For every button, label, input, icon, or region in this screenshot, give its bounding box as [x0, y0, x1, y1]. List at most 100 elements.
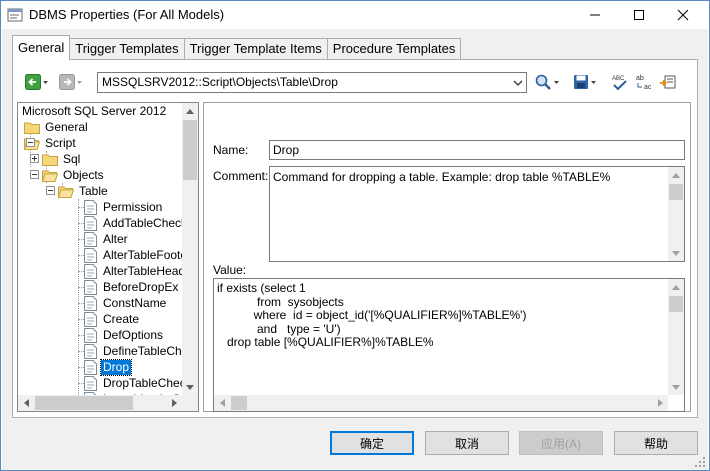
comment-textarea[interactable]: Command for dropping a table. Example: d…	[269, 166, 685, 262]
script-item-icon	[84, 279, 97, 295]
tree-vertical-scrollbar[interactable]	[182, 103, 198, 395]
import-button[interactable]	[659, 72, 677, 92]
code-line: where id = object_id('[%QUALIFIER%]%TABL…	[217, 308, 527, 322]
tree-node-root[interactable]: Microsoft SQL Server 2012	[20, 103, 168, 119]
scroll-down-button[interactable]	[668, 245, 684, 261]
apply-button[interactable]: 应用(A)	[519, 431, 603, 455]
resize-grip-icon[interactable]	[694, 456, 706, 468]
tree-node-label: AddTableCheck	[103, 215, 188, 230]
maximize-button[interactable]	[617, 1, 661, 29]
collapse-toggle[interactable]	[46, 186, 55, 195]
svg-text:ABC: ABC	[612, 76, 625, 82]
value-horizontal-scrollbar[interactable]	[214, 395, 668, 411]
scroll-down-button[interactable]	[182, 379, 198, 395]
scroll-up-button[interactable]	[668, 279, 684, 295]
chevron-down-icon	[672, 384, 680, 390]
tree-node-leaf[interactable]: Alter	[84, 231, 130, 247]
forward-button[interactable]	[59, 72, 84, 92]
tree-node-leaf[interactable]: AddTableCheck	[84, 215, 189, 231]
chevron-up-icon	[186, 108, 194, 114]
tree-node-sql[interactable]: Sql	[42, 151, 82, 167]
tree-node-leaf[interactable]: DefOptions	[84, 327, 165, 343]
svg-text:ac: ac	[644, 84, 652, 91]
close-icon	[677, 9, 689, 21]
tab-general[interactable]: General	[12, 35, 71, 60]
chevron-down-icon	[77, 81, 82, 84]
value-code: if exists (select 1 from sysobjects wher…	[217, 281, 527, 350]
forward-arrow-icon	[59, 74, 75, 90]
title-bar[interactable]: DBMS Properties (For All Models)	[1, 1, 709, 29]
tree-node-label: BeforeDropEx	[103, 279, 179, 294]
tree-node-leaf[interactable]: AlterTableFooter	[84, 247, 193, 263]
name-label: Name:	[213, 143, 249, 157]
value-textarea[interactable]: if exists (select 1 from sysobjects wher…	[213, 278, 685, 412]
object-tree[interactable]: Microsoft SQL Server 2012 General Script…	[17, 102, 199, 412]
tree-node-label: Drop	[99, 358, 133, 376]
chevron-up-icon	[672, 284, 680, 290]
scroll-down-button[interactable]	[668, 379, 684, 395]
window-title: DBMS Properties (For All Models)	[29, 7, 225, 22]
value-vertical-scrollbar[interactable]	[668, 279, 684, 395]
chevron-down-icon	[513, 80, 522, 86]
scroll-thumb[interactable]	[669, 296, 683, 312]
expand-toggle[interactable]	[30, 154, 39, 163]
scroll-thumb[interactable]	[35, 396, 133, 410]
name-input[interactable]: Drop	[269, 140, 685, 160]
tree-node-objects[interactable]: Objects	[42, 167, 106, 183]
tree-node-leaf[interactable]: Drop	[84, 358, 133, 376]
tree-node-label: DefOptions	[103, 327, 164, 342]
collapse-toggle[interactable]	[26, 138, 35, 147]
chevron-down-icon	[554, 81, 559, 84]
tree-node-leaf[interactable]: Permission	[84, 199, 164, 215]
scroll-thumb[interactable]	[183, 120, 197, 180]
script-item-icon	[84, 311, 97, 327]
maximize-icon	[634, 10, 644, 20]
cancel-button[interactable]: 取消	[425, 431, 509, 455]
chevron-down-icon	[43, 81, 48, 84]
tab-procedure-templates[interactable]: Procedure Templates	[326, 38, 462, 60]
scroll-left-button[interactable]	[18, 395, 34, 411]
find-button[interactable]	[535, 72, 561, 92]
back-button[interactable]	[25, 72, 50, 92]
tree-node-general[interactable]: General	[24, 119, 90, 135]
chevron-right-icon	[171, 399, 177, 407]
spell-check-button[interactable]: ABC	[611, 72, 629, 92]
scroll-left-button[interactable]	[214, 395, 230, 411]
minimize-button[interactable]	[573, 1, 617, 29]
script-item-icon	[84, 327, 97, 343]
tab-trigger-template-items[interactable]: Trigger Template Items	[183, 38, 328, 60]
tree-node-label: Alter	[103, 231, 128, 246]
help-button[interactable]: 帮助	[614, 431, 698, 455]
chevron-right-icon	[657, 399, 663, 407]
tree-node-leaf[interactable]: Create	[84, 311, 141, 327]
code-line: drop table [%QUALIFIER%]%TABLE%	[217, 335, 434, 349]
folder-icon	[24, 122, 40, 134]
scroll-thumb[interactable]	[231, 396, 247, 410]
scroll-right-button[interactable]	[166, 395, 182, 411]
path-combobox[interactable]: MSSQLSRV2012::Script\Objects\Table\Drop	[97, 72, 527, 93]
tree-node-table[interactable]: Table	[58, 183, 110, 199]
scroll-up-button[interactable]	[182, 103, 198, 119]
tree-node-label: Objects	[63, 167, 104, 182]
replace-button[interactable]: ab ac	[635, 72, 653, 92]
comment-scrollbar[interactable]	[668, 167, 684, 261]
scroll-right-button[interactable]	[652, 395, 668, 411]
ok-button[interactable]: 确定	[330, 431, 414, 455]
scroll-up-button[interactable]	[668, 167, 684, 183]
tab-trigger-templates[interactable]: Trigger Templates	[69, 38, 185, 60]
save-button[interactable]	[573, 72, 598, 92]
code-line: and type = 'U')	[217, 321, 341, 336]
close-button[interactable]	[661, 1, 705, 29]
scroll-thumb[interactable]	[669, 184, 683, 200]
combobox-dropdown-button[interactable]	[509, 73, 526, 92]
tree-horizontal-scrollbar[interactable]	[18, 395, 182, 411]
script-item-icon	[84, 199, 97, 215]
tree-node-label: ConstName	[103, 295, 167, 310]
tree-node-leaf[interactable]: AlterTableHeader	[84, 263, 198, 279]
path-value: MSSQLSRV2012::Script\Objects\Table\Drop	[102, 75, 338, 89]
tree-node-leaf[interactable]: DropTableCheck	[84, 375, 194, 391]
collapse-toggle[interactable]	[30, 170, 39, 179]
save-icon	[574, 75, 588, 89]
tree-node-leaf[interactable]: ConstName	[84, 295, 168, 311]
tree-node-leaf[interactable]: BeforeDropEx	[84, 279, 180, 295]
